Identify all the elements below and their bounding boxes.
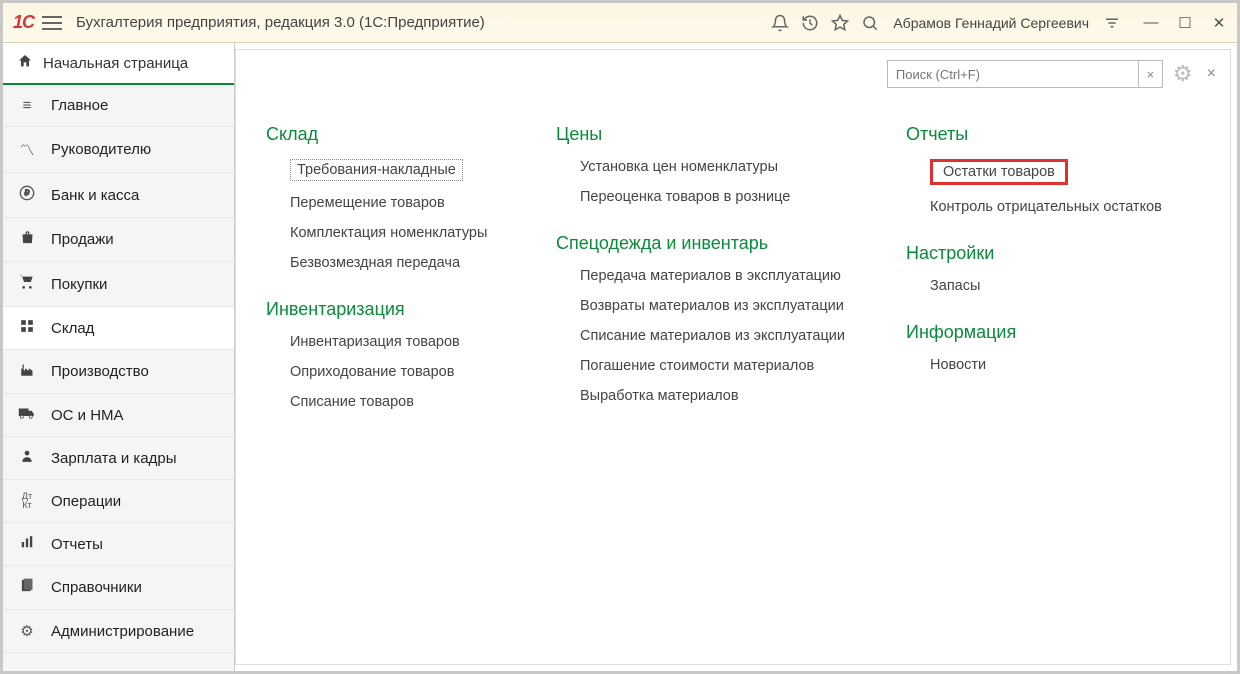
- close-panel-button[interactable]: ×: [1207, 65, 1216, 83]
- sidebar-item-salary[interactable]: Зарплата и кадры: [3, 437, 234, 480]
- body-area: Начальная страница ≡Главное 〽Руководител…: [3, 43, 1237, 671]
- link-free-transfer[interactable]: Безвозмездная передача: [290, 255, 506, 271]
- link-inventory-goods[interactable]: Инвентаризация товаров: [290, 334, 506, 350]
- gear-icon: ⚙: [17, 622, 37, 640]
- dtkt-icon: ДтКт: [17, 492, 37, 510]
- sidebar-items: ≡Главное 〽Руководителю ₽Банк и касса Про…: [3, 85, 234, 671]
- section-settings: Настройки: [906, 243, 1162, 264]
- filter-icon[interactable]: [1101, 12, 1123, 34]
- sidebar-item-manager[interactable]: 〽Руководителю: [3, 127, 234, 173]
- person-icon: [17, 449, 37, 467]
- titlebar: 1C Бухгалтерия предприятия, редакция 3.0…: [3, 3, 1237, 43]
- sidebar-item-bank[interactable]: ₽Банк и касса: [3, 173, 234, 218]
- window-controls: — ☐ ✕: [1143, 15, 1227, 31]
- link-stocks[interactable]: Запасы: [930, 278, 1162, 294]
- section-info: Информация: [906, 322, 1162, 343]
- truck-icon: [17, 406, 37, 424]
- link-requirements[interactable]: Требования-накладные: [290, 159, 463, 181]
- link-writeoff-goods[interactable]: Списание товаров: [290, 394, 506, 410]
- bell-icon[interactable]: [769, 12, 791, 34]
- link-writeoff-materials[interactable]: Списание материалов из эксплуатации: [580, 328, 856, 344]
- bag-icon: [17, 230, 37, 249]
- sidebar-item-production[interactable]: Производство: [3, 350, 234, 394]
- home-tab[interactable]: Начальная страница: [3, 43, 234, 85]
- ruble-icon: ₽: [17, 185, 37, 205]
- link-bundling[interactable]: Комплектация номенклатуры: [290, 225, 506, 241]
- column-2: Цены Установка цен номенклатуры Переоцен…: [556, 118, 856, 424]
- chart-icon: 〽: [17, 139, 37, 160]
- list-icon: ≡: [17, 97, 37, 114]
- sidebar-item-assets[interactable]: ОС и НМА: [3, 394, 234, 437]
- section-inventory: Инвентаризация: [266, 299, 506, 320]
- search-box: ×: [887, 60, 1163, 88]
- link-stock-balance[interactable]: Остатки товаров: [930, 159, 1068, 185]
- sidebar-item-operations[interactable]: ДтКтОперации: [3, 480, 234, 523]
- star-icon[interactable]: [829, 12, 851, 34]
- section-warehouse: Склад: [266, 124, 506, 145]
- history-icon[interactable]: [799, 12, 821, 34]
- search-input[interactable]: [888, 61, 1138, 87]
- home-icon: [17, 53, 33, 73]
- search-icon[interactable]: [859, 12, 881, 34]
- link-produce-materials[interactable]: Выработка материалов: [580, 388, 856, 404]
- svg-text:₽: ₽: [24, 189, 29, 198]
- cart-icon: [17, 274, 37, 294]
- section-prices: Цены: [556, 124, 856, 145]
- sidebar-item-admin[interactable]: ⚙Администрирование: [3, 610, 234, 653]
- sidebar-item-purchases[interactable]: Покупки: [3, 262, 234, 307]
- link-transfer-materials[interactable]: Передача материалов в эксплуатацию: [580, 268, 856, 284]
- factory-icon: [17, 362, 37, 381]
- column-3: Отчеты Остатки товаров Контроль отрицате…: [906, 118, 1162, 424]
- link-posting-goods[interactable]: Оприходование товаров: [290, 364, 506, 380]
- content-panel: × ⚙ × Склад Требования-накладные Перемещ…: [235, 49, 1231, 665]
- bars-icon: [17, 535, 37, 553]
- main-columns: Склад Требования-накладные Перемещение т…: [236, 98, 1230, 444]
- link-set-prices[interactable]: Установка цен номенклатуры: [580, 159, 856, 175]
- link-return-materials[interactable]: Возвраты материалов из эксплуатации: [580, 298, 856, 314]
- grid-icon: [17, 319, 37, 337]
- link-amortize-materials[interactable]: Погашение стоимости материалов: [580, 358, 856, 374]
- app-window: 1C Бухгалтерия предприятия, редакция 3.0…: [0, 0, 1240, 674]
- sidebar-item-main[interactable]: ≡Главное: [3, 85, 234, 127]
- column-1: Склад Требования-накладные Перемещение т…: [266, 118, 506, 424]
- menu-icon[interactable]: [42, 16, 62, 30]
- minimize-button[interactable]: —: [1143, 15, 1159, 31]
- link-news[interactable]: Новости: [930, 357, 1162, 373]
- sidebar-item-references[interactable]: Справочники: [3, 566, 234, 610]
- sidebar-item-warehouse[interactable]: Склад: [3, 307, 234, 350]
- home-label: Начальная страница: [43, 55, 188, 72]
- search-clear-button[interactable]: ×: [1138, 61, 1162, 87]
- sidebar: Начальная страница ≡Главное 〽Руководител…: [3, 43, 235, 671]
- books-icon: [17, 578, 37, 597]
- link-negative-control[interactable]: Контроль отрицательных остатков: [930, 199, 1162, 215]
- maximize-button[interactable]: ☐: [1177, 15, 1193, 31]
- user-name[interactable]: Абрамов Геннадий Сергеевич: [893, 15, 1089, 31]
- settings-icon[interactable]: ⚙: [1173, 61, 1193, 87]
- sidebar-item-reports[interactable]: Отчеты: [3, 523, 234, 566]
- close-button[interactable]: ✕: [1211, 15, 1227, 31]
- section-workwear: Спецодежда и инвентарь: [556, 233, 856, 254]
- content-toolbar: × ⚙ ×: [236, 50, 1230, 98]
- logo-1c: 1C: [13, 12, 34, 33]
- app-title: Бухгалтерия предприятия, редакция 3.0 (1…: [76, 14, 485, 31]
- section-reports: Отчеты: [906, 124, 1162, 145]
- link-revalue-retail[interactable]: Переоценка товаров в рознице: [580, 189, 856, 205]
- link-move-goods[interactable]: Перемещение товаров: [290, 195, 506, 211]
- sidebar-item-sales[interactable]: Продажи: [3, 218, 234, 262]
